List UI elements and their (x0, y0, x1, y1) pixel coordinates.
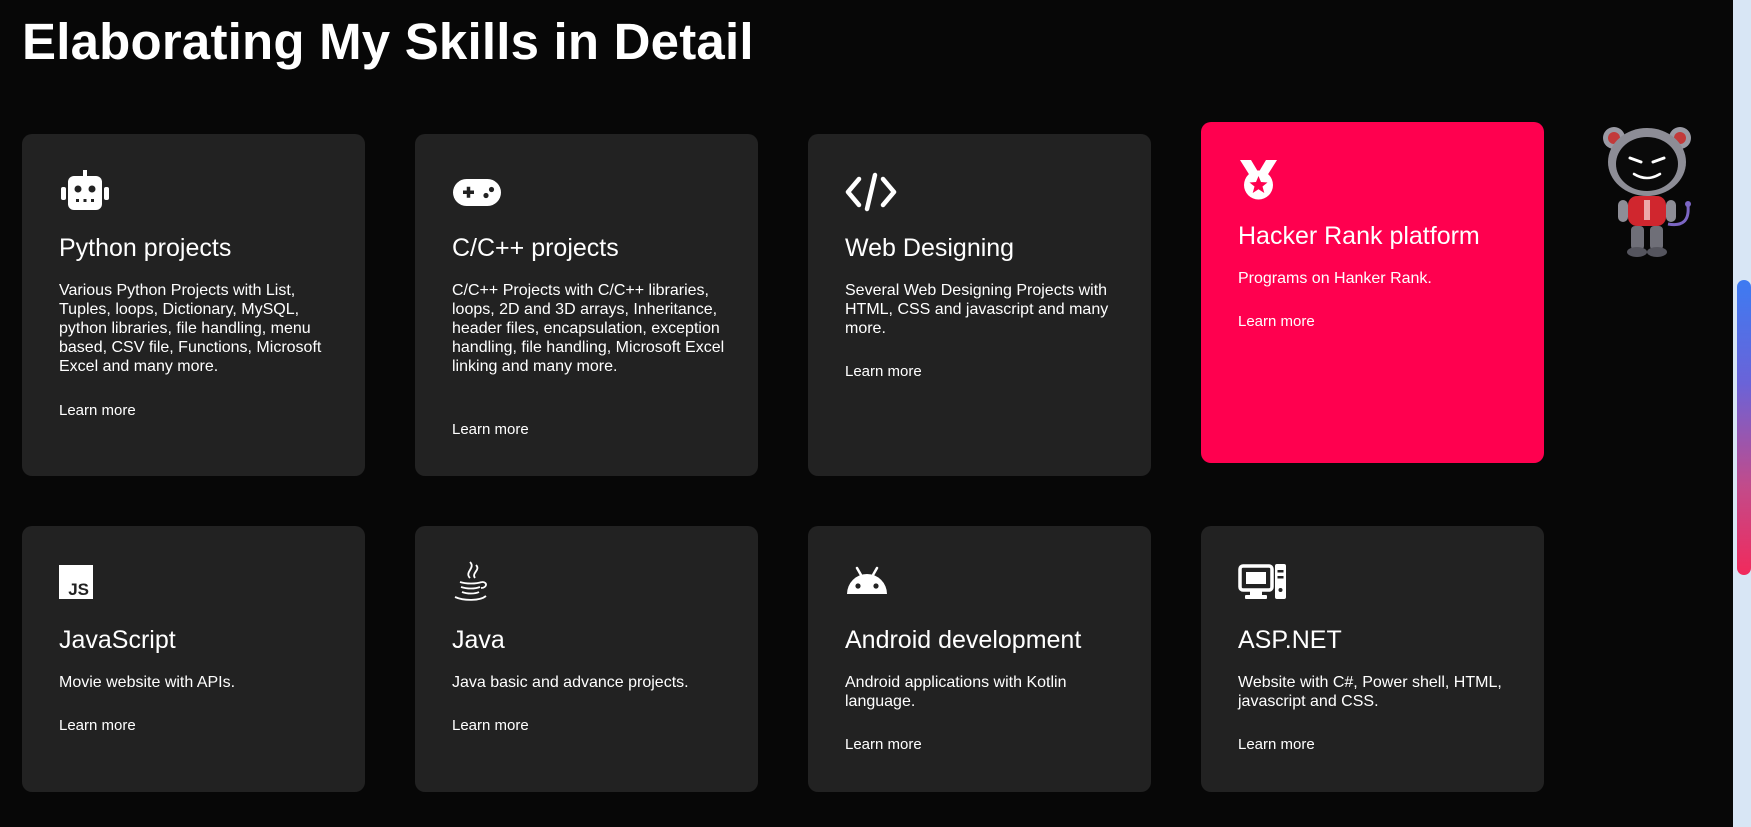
learn-more-link[interactable]: Learn more (59, 717, 136, 735)
javascript-icon: JS (59, 565, 93, 599)
card-description: Website with C#, Power shell, HTML, java… (1238, 674, 1502, 710)
learn-more-link[interactable]: Learn more (845, 363, 922, 381)
medal-icon (1240, 160, 1277, 200)
card-title: C/C++ projects (452, 234, 619, 262)
computer-icon (1238, 564, 1286, 599)
card-title: Web Designing (845, 234, 1015, 262)
card-description: Various Python Projects with List, Tuple… (59, 282, 322, 375)
android-icon (847, 566, 887, 594)
robot-mascot-icon (1603, 127, 1691, 257)
card-description: Programs on Hanker Rank. (1238, 270, 1432, 287)
skill-card-javascript: JS JavaScript Movie website with APIs. L… (22, 526, 365, 792)
learn-more-link[interactable]: Learn more (59, 402, 136, 420)
skill-card-web-designing: Web Designing Several Web Designing Proj… (808, 134, 1151, 476)
code-icon (845, 172, 897, 212)
skill-card-java: Java Java basic and advance projects. Le… (415, 526, 758, 792)
card-title: Java (452, 626, 505, 654)
skill-card-hacker-rank: Hacker Rank platform Programs on Hanker … (1201, 122, 1544, 463)
card-title: Android development (845, 626, 1082, 654)
card-description: Several Web Designing Projects with HTML… (845, 282, 1109, 337)
learn-more-link[interactable]: Learn more (1238, 313, 1315, 331)
skill-card-cpp: C/C++ projects C/C++ Projects with C/C++… (415, 134, 758, 476)
card-description: Android applications with Kotlin languag… (845, 674, 1067, 710)
skill-card-python: Python projects Various Python Projects … (22, 134, 365, 476)
java-icon (454, 561, 487, 601)
learn-more-link[interactable]: Learn more (845, 736, 922, 754)
learn-more-link[interactable]: Learn more (452, 717, 529, 735)
card-description: Java basic and advance projects. (452, 674, 689, 691)
scrollbar-thumb[interactable] (1737, 280, 1751, 575)
robot-icon (61, 170, 109, 210)
skill-card-android: Android development Android applications… (808, 526, 1151, 792)
card-title: Hacker Rank platform (1238, 222, 1480, 250)
gamepad-icon (453, 179, 501, 206)
javascript-badge-text: JS (68, 580, 89, 599)
card-description: Movie website with APIs. (59, 674, 236, 691)
page-title: Elaborating My Skills in Detail (22, 13, 754, 70)
skill-card-asp-net: ASP.NET Website with C#, Power shell, HT… (1201, 526, 1544, 792)
card-title: ASP.NET (1238, 626, 1342, 654)
card-title: JavaScript (59, 626, 176, 654)
card-description: C/C++ Projects with C/C++ libraries, loo… (452, 282, 725, 375)
learn-more-link[interactable]: Learn more (1238, 736, 1315, 754)
learn-more-link[interactable]: Learn more (452, 421, 529, 439)
card-title: Python projects (59, 234, 232, 262)
